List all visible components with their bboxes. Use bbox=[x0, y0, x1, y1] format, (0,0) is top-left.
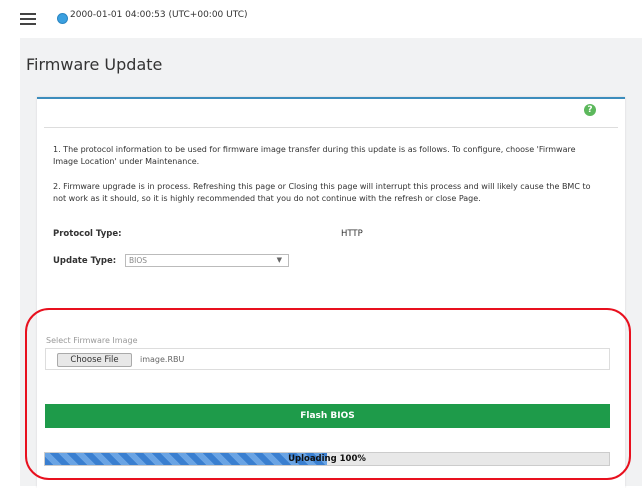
select-firmware-label: Select Firmware Image bbox=[46, 336, 138, 345]
selected-file-name: image.RBU bbox=[140, 355, 185, 364]
help-icon[interactable]: ? bbox=[584, 104, 596, 116]
progress-text: Uploading 100% bbox=[288, 454, 366, 464]
hamburger-icon[interactable] bbox=[20, 13, 36, 25]
note-warning: 2. Firmware upgrade is in process. Refre… bbox=[53, 182, 591, 203]
flash-bios-button[interactable]: Flash BIOS bbox=[45, 404, 610, 428]
protocol-type-label: Protocol Type: bbox=[53, 229, 122, 239]
chevron-down-icon: ▼ bbox=[276, 256, 282, 264]
update-type-label: Update Type: bbox=[53, 256, 117, 266]
update-type-select[interactable]: BIOS ▼ bbox=[125, 254, 289, 267]
card-divider bbox=[44, 127, 618, 128]
note-protocol: 1. The protocol information to be used f… bbox=[53, 145, 576, 166]
upload-progress-bar: Uploading 100% bbox=[44, 452, 610, 466]
page-title: Firmware Update bbox=[26, 55, 163, 74]
protocol-type-value: HTTP bbox=[341, 229, 363, 239]
top-bar: 2000-01-01 04:00:53 (UTC+00:00 UTC) bbox=[0, 0, 642, 38]
datetime: 2000-01-01 04:00:53 (UTC+00:00 UTC) bbox=[70, 10, 248, 20]
update-type-value: BIOS bbox=[129, 256, 148, 265]
clock-icon bbox=[57, 13, 68, 24]
choose-file-button[interactable]: Choose File bbox=[57, 353, 132, 367]
